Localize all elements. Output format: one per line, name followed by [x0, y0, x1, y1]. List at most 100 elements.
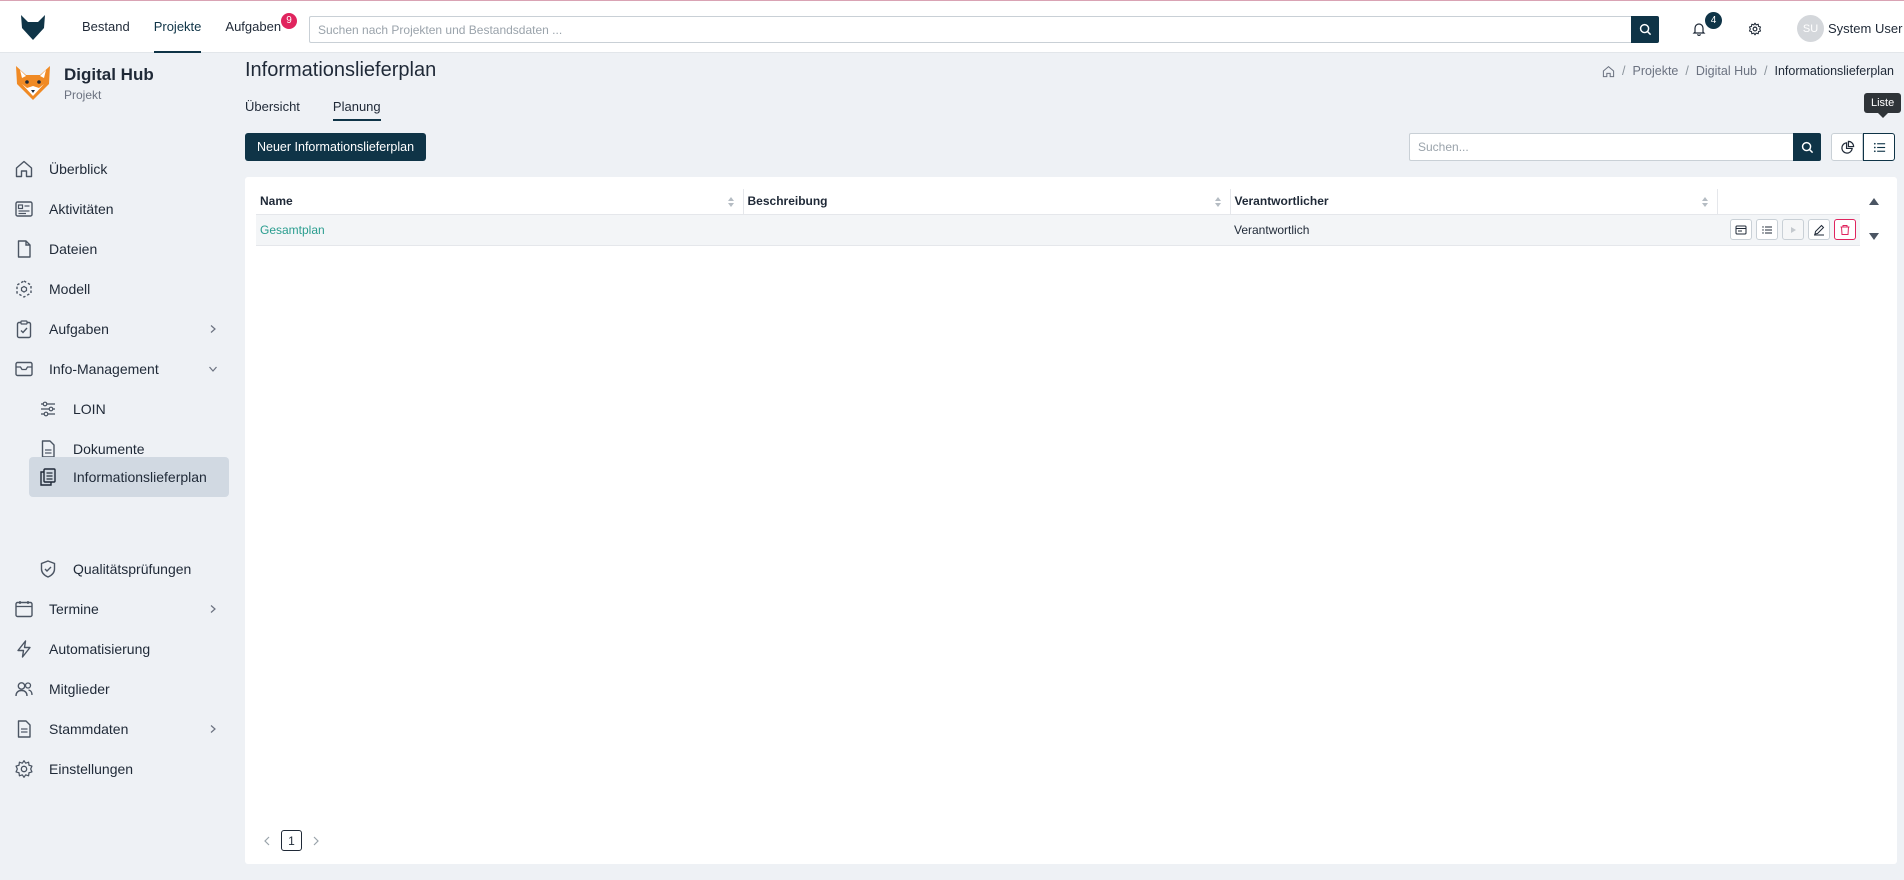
- search-icon: [1801, 141, 1813, 153]
- sidebar-item-informationslieferplan[interactable]: Informationslieferplan: [29, 457, 229, 497]
- row-delete-button[interactable]: [1834, 219, 1856, 240]
- sidebar-item-einstellungen[interactable]: Einstellungen: [0, 752, 229, 786]
- list-icon: [1873, 142, 1885, 152]
- global-search-input[interactable]: [309, 16, 1631, 43]
- avatar: SU: [1797, 15, 1824, 42]
- top-bar: Bestand Projekte Aufgaben 9 4 SU: [0, 1, 1904, 53]
- topnav-aufgaben[interactable]: Aufgaben 9: [213, 1, 298, 53]
- sidebar-item-ueberblick[interactable]: Überblick: [0, 152, 229, 186]
- breadcrumb-separator: /: [1622, 64, 1626, 78]
- copy-document-icon: [37, 466, 59, 488]
- row-timeline-button[interactable]: [1730, 219, 1752, 240]
- breadcrumb-separator: /: [1685, 64, 1689, 78]
- sidebar-item-modell[interactable]: Modell: [0, 272, 229, 306]
- caret-up-icon: [1869, 198, 1879, 205]
- sidebar-item-dateien[interactable]: Dateien: [0, 232, 229, 266]
- user-menu[interactable]: SU System User: [1797, 15, 1902, 42]
- sidebar-item-loin[interactable]: LOIN: [0, 392, 229, 426]
- scroll-up-button[interactable]: [1868, 195, 1880, 210]
- breadcrumb-current: Informationslieferplan: [1774, 64, 1894, 78]
- row-edit-button[interactable]: [1808, 219, 1830, 240]
- scroll-down-button[interactable]: [1868, 229, 1880, 244]
- list-search: [1409, 133, 1821, 161]
- tasks-badge: 9: [281, 12, 298, 29]
- row-actions: [1717, 214, 1860, 246]
- list-icon: [1762, 225, 1772, 234]
- topnav-bestand[interactable]: Bestand: [70, 1, 142, 53]
- pie-chart-icon: [1840, 140, 1854, 154]
- topnav-projekte-label: Projekte: [153, 19, 202, 34]
- breadcrumb-digital-hub[interactable]: Digital Hub: [1696, 64, 1757, 78]
- sidebar-item-aktivitaeten[interactable]: Aktivitäten: [0, 192, 229, 226]
- table-header-row: Name Beschreibung Verantwortlicher: [256, 189, 1860, 215]
- column-header-name[interactable]: Name: [256, 189, 743, 215]
- sidebar-item-label: Termine: [49, 601, 99, 617]
- project-header[interactable]: Digital Hub Projekt: [12, 62, 154, 104]
- list-view-button[interactable]: [1863, 133, 1895, 161]
- sidebar-item-label: Aktivitäten: [49, 201, 114, 217]
- topnav-projekte[interactable]: Projekte: [142, 1, 214, 53]
- global-search: [309, 16, 1659, 43]
- tooltip-liste: Liste: [1864, 93, 1902, 118]
- lightning-icon: [13, 638, 35, 660]
- sidebar-item-label: Qualitätsprüfungen: [73, 561, 192, 577]
- column-header-beschreibung[interactable]: Beschreibung: [742, 189, 1230, 215]
- chevron-left-icon: [264, 836, 270, 845]
- notifications-badge: 4: [1705, 12, 1722, 29]
- next-page-button[interactable]: [310, 835, 322, 847]
- row-name-link[interactable]: Gesamtplan: [256, 214, 743, 246]
- row-description: [743, 214, 1230, 246]
- file-icon: [13, 238, 35, 260]
- data-file-icon: [13, 718, 35, 740]
- sidebar-item-label: LOIN: [73, 401, 106, 417]
- breadcrumb-home[interactable]: [1602, 65, 1615, 78]
- page-number[interactable]: 1: [281, 830, 302, 851]
- sort-icon: [1214, 197, 1221, 207]
- users-icon: [13, 678, 35, 700]
- list-search-button[interactable]: [1793, 133, 1821, 161]
- global-search-button[interactable]: [1631, 16, 1659, 43]
- user-name: System User: [1828, 21, 1903, 36]
- sidebar-item-aufgaben[interactable]: Aufgaben: [0, 312, 229, 346]
- column-header-label: Name: [260, 194, 293, 209]
- column-header-actions: [1716, 189, 1860, 215]
- sidebar-item-label: Dateien: [49, 241, 98, 257]
- sidebar-item-label: Dokumente: [73, 441, 145, 457]
- shield-check-icon: [37, 558, 59, 580]
- sidebar-item-termine[interactable]: Termine: [0, 592, 229, 626]
- page-title: Informationslieferplan: [245, 59, 437, 81]
- column-header-verantwortlicher[interactable]: Verantwortlicher: [1229, 189, 1717, 215]
- fox-logo-icon: [21, 14, 45, 40]
- sidebar-item-label: Automatisierung: [49, 641, 151, 657]
- gear-icon: [13, 758, 35, 780]
- tab-uebersicht[interactable]: Übersicht: [245, 99, 300, 121]
- inbox-icon: [13, 358, 35, 380]
- project-title: Digital Hub: [64, 64, 154, 84]
- tab-planung[interactable]: Planung: [332, 99, 381, 121]
- new-plan-button[interactable]: Neuer Informationslieferplan: [245, 133, 427, 161]
- sidebar-item-mitglieder[interactable]: Mitglieder: [0, 672, 229, 706]
- pencil-icon: [1814, 224, 1825, 235]
- home-icon: [1602, 65, 1615, 77]
- sidebar-item-info-management[interactable]: Info-Management: [0, 352, 229, 386]
- gear-icon: [1748, 22, 1762, 36]
- topnav-bestand-label: Bestand: [82, 19, 130, 34]
- sidebar-item-qualitaetspruefungen[interactable]: Qualitätsprüfungen: [0, 552, 229, 586]
- sidebar: Digital Hub Projekt Überblick Aktivitäte…: [0, 54, 240, 880]
- topnav-aufgaben-label: Aufgaben: [225, 19, 282, 34]
- prev-page-button[interactable]: [261, 835, 273, 847]
- pagination: 1: [261, 830, 322, 851]
- settings-button[interactable]: [1745, 19, 1765, 39]
- play-icon: [1791, 226, 1796, 233]
- breadcrumb-projekte[interactable]: Projekte: [1633, 64, 1679, 78]
- list-search-input[interactable]: [1409, 133, 1793, 161]
- sidebar-item-automatisierung[interactable]: Automatisierung: [0, 632, 229, 666]
- activity-icon: [13, 198, 35, 220]
- sidebar-item-label: Modell: [49, 281, 91, 297]
- chart-view-button[interactable]: [1831, 133, 1863, 161]
- caret-down-icon: [1869, 233, 1879, 240]
- row-list-button[interactable]: [1756, 219, 1778, 240]
- row-play-button[interactable]: [1782, 219, 1804, 240]
- app-logo[interactable]: [0, 1, 66, 53]
- sidebar-item-stammdaten[interactable]: Stammdaten: [0, 712, 229, 746]
